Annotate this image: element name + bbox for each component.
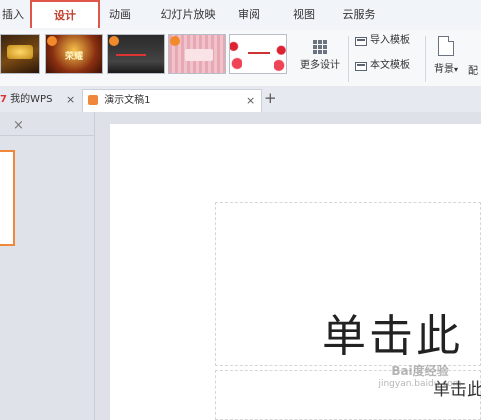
grid-icon [313,40,327,54]
premium-badge-icon [170,36,180,46]
tab-my-wps[interactable]: 7 我的WPS × [0,89,80,111]
close-icon[interactable]: × [246,90,255,112]
template-icon [355,61,367,71]
design-thumb-1-ornament [7,45,33,59]
close-icon[interactable]: × [13,118,24,133]
import-template-icon [355,36,367,46]
presentation-file-icon [88,95,98,105]
wps-logo-icon: 7 [0,94,7,105]
this-template-button[interactable]: 本文模板 [355,57,410,75]
tab-slideshow[interactable]: 幻灯片放映 [150,0,226,30]
design-thumb-5[interactable] [229,34,287,74]
more-designs-button[interactable]: 更多设计 [290,36,350,80]
rose-decoration-left [230,35,242,73]
design-thumb-2-text: 荣耀 [64,52,83,62]
tab-animation[interactable]: 动画 [103,0,137,30]
this-template-label: 本文模板 [370,60,410,71]
design-thumb-4-label-box [185,49,213,61]
design-thumb-3[interactable] [107,34,165,74]
premium-badge-icon [109,36,119,46]
premium-badge-icon [47,36,57,46]
background-label: 背景 [433,64,454,75]
ribbon-divider [425,36,426,82]
tab-view[interactable]: 视图 [285,0,323,30]
design-thumb-4[interactable] [168,34,226,74]
design-thumb-3-line [116,54,146,56]
close-icon[interactable]: × [66,89,75,111]
ribbon-divider [348,36,349,82]
ribbon-cutoff-label[interactable]: 配 [468,62,478,77]
slide-thumbnail-1[interactable] [0,150,15,246]
rose-decoration-right [274,35,286,73]
watermark-logo-text: Bai度经验 [391,364,449,378]
background-icon [438,36,454,56]
tab-insert[interactable]: 插入 [0,0,26,30]
tab-presentation[interactable]: 演示文稿1 × [82,89,262,112]
tab-presentation-label: 演示文稿1 [104,95,151,106]
import-template-button[interactable]: 导入模板 [355,32,410,50]
dropdown-arrow-icon: ▾ [453,65,458,74]
import-template-label: 导入模板 [370,35,410,46]
pane-divider [0,135,94,136]
design-thumb-1[interactable] [0,34,40,74]
background-button[interactable]: 背景▾ [432,34,460,82]
title-placeholder-text: 单击此 [322,311,463,362]
tab-review[interactable]: 审阅 [230,0,268,30]
tab-cloud[interactable]: 云服务 [335,0,383,30]
watermark-url: jingyan.baidu.com [378,379,462,389]
more-designs-label: 更多设计 [300,60,340,71]
design-thumb-2[interactable]: 荣耀 [45,34,103,74]
baidu-watermark: Bai度经验 jingyan.baidu.com [360,362,480,418]
design-thumb-5-line [248,52,270,54]
new-tab-plus-icon[interactable]: + [264,87,277,109]
tab-design[interactable]: 设计 [30,0,100,28]
tab-my-wps-label: 我的WPS [10,94,53,105]
